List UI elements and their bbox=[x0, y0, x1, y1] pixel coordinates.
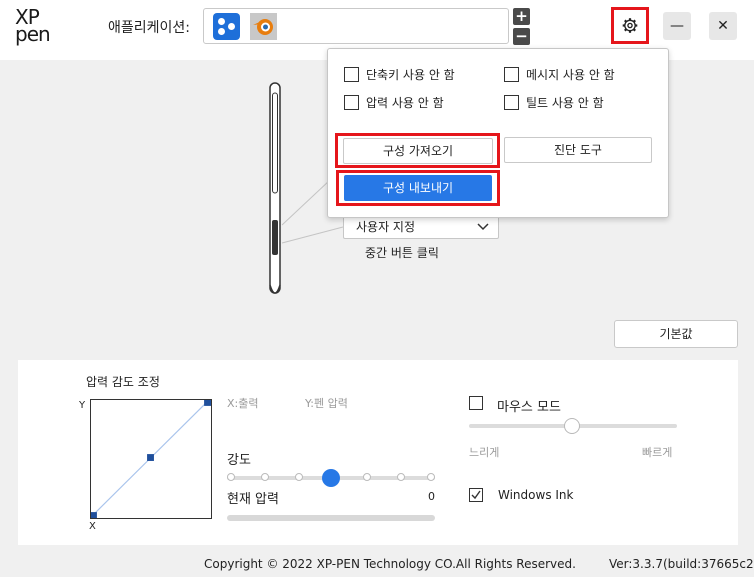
settings-popup: 단축키 사용 안 함 메시지 사용 안 함 압력 사용 안 함 틸트 사용 안 … bbox=[327, 48, 669, 218]
settings-button[interactable] bbox=[611, 7, 649, 44]
option-label: 단축키 사용 안 함 bbox=[366, 68, 455, 82]
curve-point-mid[interactable] bbox=[147, 454, 154, 461]
y-pen-pressure-label: Y:펜 압력 bbox=[305, 397, 348, 410]
checkmark-icon bbox=[471, 490, 481, 500]
remove-app-button[interactable]: − bbox=[513, 28, 530, 45]
checkbox[interactable] bbox=[504, 95, 519, 110]
gear-icon bbox=[622, 18, 638, 33]
strength-stop bbox=[427, 473, 435, 481]
default-button[interactable]: 기본값 bbox=[614, 320, 738, 348]
windows-ink-label: Windows Ink bbox=[498, 488, 574, 502]
strength-stop bbox=[227, 473, 235, 481]
option-label: 틸트 사용 안 함 bbox=[526, 96, 604, 110]
checkbox[interactable] bbox=[344, 95, 359, 110]
checkbox[interactable] bbox=[504, 67, 519, 82]
application-label: 애플리케이션: bbox=[108, 20, 190, 36]
blender-app-icon[interactable] bbox=[250, 13, 277, 40]
option-label: 메시지 사용 안 함 bbox=[526, 68, 615, 82]
pressure-curve-graph[interactable] bbox=[90, 399, 212, 519]
copyright-text: Copyright © 2022 XP-PEN Technology CO.Al… bbox=[204, 557, 576, 571]
application-list bbox=[203, 8, 509, 44]
mouse-speed-knob[interactable] bbox=[564, 418, 580, 434]
pressure-title: 압력 감도 조정 bbox=[86, 375, 160, 389]
strength-stop bbox=[397, 473, 405, 481]
close-button[interactable]: ✕ bbox=[709, 12, 737, 40]
minimize-button[interactable]: — bbox=[663, 12, 691, 40]
strength-stop bbox=[363, 473, 371, 481]
mouse-mode-checkbox[interactable] bbox=[469, 396, 483, 410]
all-apps-icon[interactable] bbox=[213, 13, 240, 40]
windows-ink-checkbox[interactable] bbox=[469, 488, 483, 502]
axis-x-label: X bbox=[89, 521, 96, 532]
strength-stop bbox=[261, 473, 269, 481]
current-pressure-label: 현재 압력 bbox=[227, 492, 279, 507]
import-config-button[interactable]: 구성 가져오기 bbox=[343, 138, 493, 164]
strength-label: 강도 bbox=[227, 453, 251, 468]
option-label: 압력 사용 안 함 bbox=[366, 96, 444, 110]
curve-point-start[interactable] bbox=[90, 512, 97, 519]
fast-label: 빠르게 bbox=[642, 446, 673, 459]
logo-bottom: pen bbox=[15, 22, 51, 46]
curve-point-end[interactable] bbox=[204, 399, 211, 406]
dropdown-value: 사용자 지정 bbox=[356, 220, 416, 234]
chevron-down-icon bbox=[477, 223, 489, 231]
export-config-button[interactable]: 구성 내보내기 bbox=[344, 175, 492, 201]
diagnostic-tool-button[interactable]: 진단 도구 bbox=[504, 137, 652, 163]
current-pressure-bar bbox=[227, 515, 435, 521]
version-text: Ver:3.3.7(build:37665c2) bbox=[609, 557, 754, 571]
mouse-mode-label: 마우스 모드 bbox=[497, 400, 561, 415]
xppen-logo: XP pen bbox=[15, 7, 55, 47]
pen-button-function-label: 중간 버튼 클릭 bbox=[365, 246, 439, 260]
x-output-label: X:출력 bbox=[227, 397, 259, 410]
slow-label: 느리게 bbox=[469, 446, 500, 459]
add-app-button[interactable]: + bbox=[513, 8, 530, 25]
checkbox[interactable] bbox=[344, 67, 359, 82]
strength-slider-knob[interactable] bbox=[322, 469, 340, 487]
strength-stop bbox=[295, 473, 303, 481]
current-pressure-value: 0 bbox=[428, 490, 435, 503]
axis-y-label: Y bbox=[79, 400, 86, 411]
